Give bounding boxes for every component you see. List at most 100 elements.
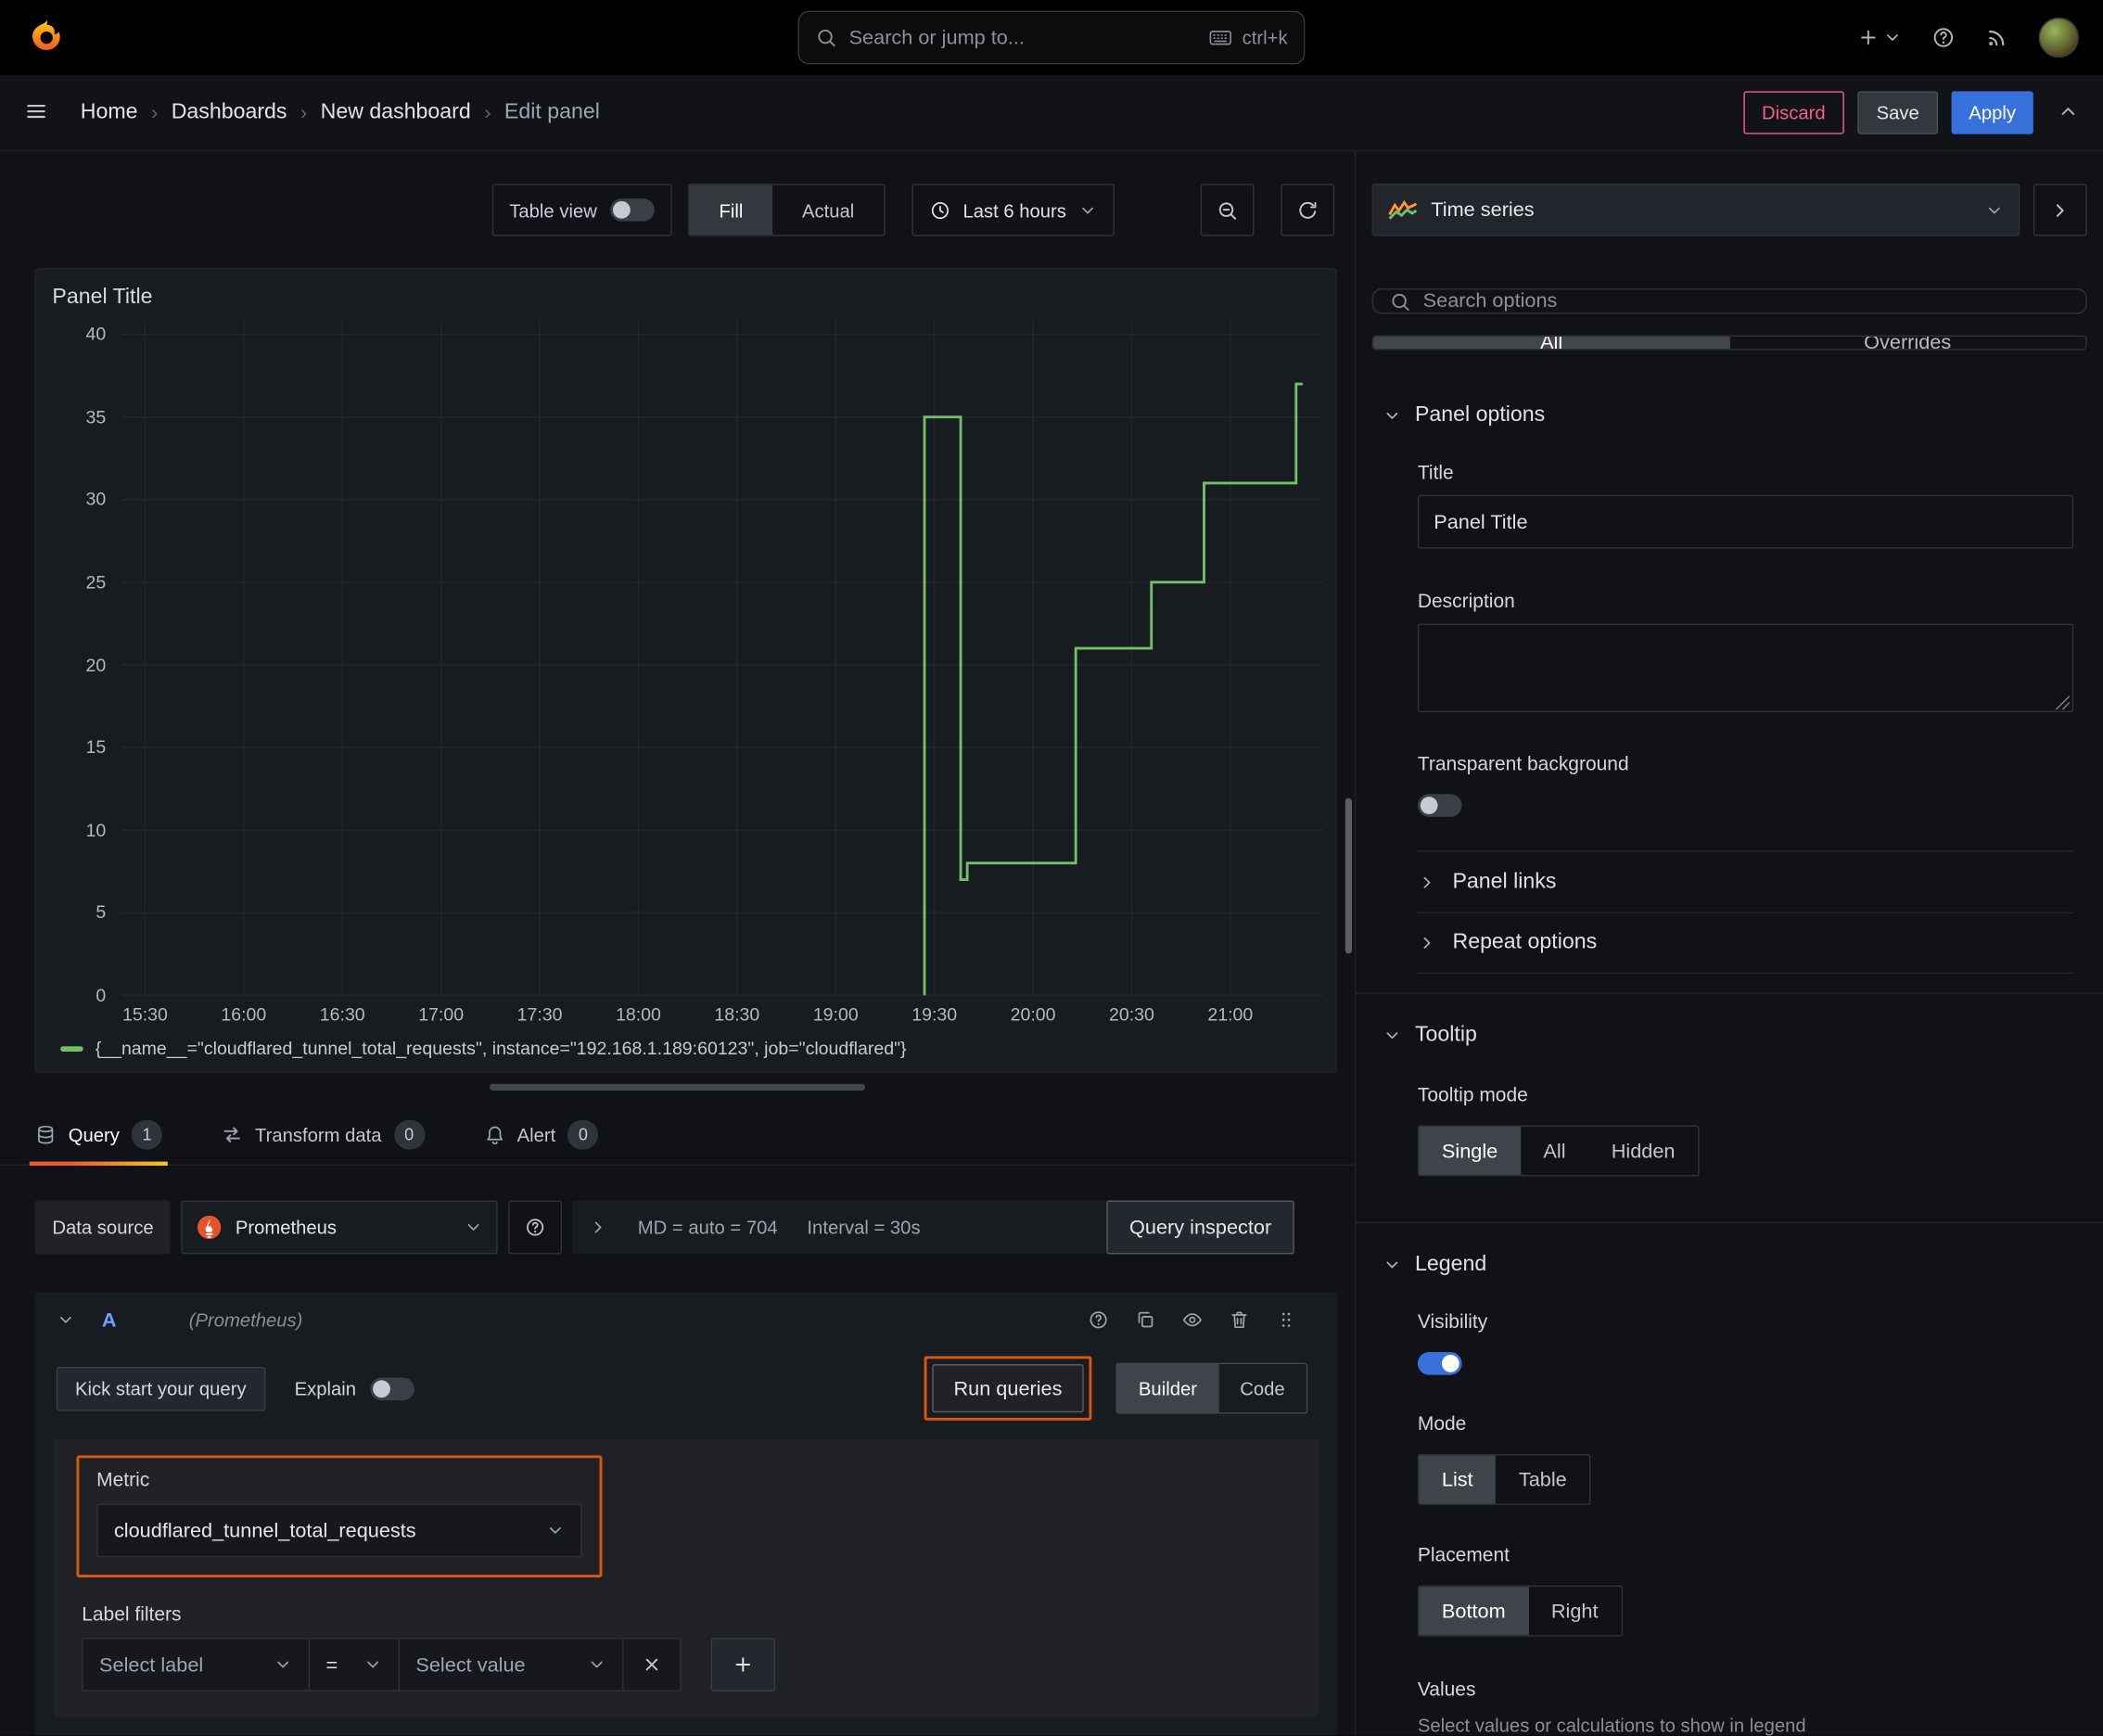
collapse-options-pane-button[interactable] (2033, 184, 2087, 236)
collapse-header-button[interactable] (2058, 100, 2079, 125)
legend-header[interactable]: Legend (1383, 1253, 2073, 1277)
tooltip-header[interactable]: Tooltip (1383, 1024, 2073, 1048)
add-menu-button[interactable] (1857, 27, 1902, 48)
operator-dropdown[interactable]: = (308, 1638, 401, 1691)
breadcrumb-dashboards[interactable]: Dashboards (172, 100, 287, 124)
search-shortcut: ctrl+k (1208, 25, 1288, 49)
keyboard-icon (1208, 25, 1232, 49)
menu-icon (24, 98, 48, 122)
explain-toggle[interactable] (369, 1376, 414, 1400)
tooltip-mode-hidden[interactable]: Hidden (1588, 1127, 1698, 1175)
query-options-collapsed: MD = auto = 704 Interval = 30s Query ins… (573, 1200, 1294, 1255)
builder-option[interactable]: Builder (1116, 1364, 1219, 1413)
legend-mode-switch: List Table (1417, 1453, 1591, 1505)
news-button[interactable] (1985, 25, 2009, 49)
legend-values-label: Values (1417, 1679, 1476, 1702)
alert-count-badge: 0 (567, 1119, 599, 1149)
zoom-out-icon (1217, 199, 1238, 221)
chevron-down-icon (1985, 200, 2004, 219)
panel-title[interactable]: Panel Title (50, 280, 1323, 320)
zoom-out-button[interactable] (1200, 184, 1255, 236)
chevron-down-icon (1383, 406, 1401, 425)
chart-plot-area[interactable] (122, 321, 1323, 996)
tab-overrides[interactable]: Overrides (1729, 337, 2085, 349)
add-filter-button[interactable] (710, 1638, 776, 1691)
chevron-right-icon (2049, 199, 2071, 221)
duplicate-query-icon[interactable] (1135, 1309, 1156, 1331)
remove-filter-button[interactable] (622, 1638, 682, 1691)
legend-placement-bottom[interactable]: Bottom (1419, 1587, 1529, 1636)
repeat-options-collapsed[interactable]: Repeat options (1417, 912, 2074, 975)
help-icon (1931, 25, 1956, 49)
panel-title-input[interactable] (1417, 494, 2074, 549)
legend-mode-table[interactable]: Table (1496, 1455, 1589, 1503)
transparent-background-toggle[interactable] (1417, 794, 1462, 817)
tab-query[interactable]: Query 1 (29, 1104, 169, 1166)
tab-all[interactable]: All (1373, 337, 1730, 349)
panel-toolbar: Table view Fill Actual Last 6 hours (0, 184, 1355, 236)
kick-start-query-button[interactable]: Kick start your query (56, 1366, 265, 1410)
breadcrumb-home[interactable]: Home (81, 100, 138, 124)
datasource-picker[interactable]: Prometheus (181, 1200, 499, 1255)
run-queries-button[interactable]: Run queries (932, 1364, 1084, 1413)
legend-mode-list[interactable]: List (1419, 1455, 1497, 1504)
time-series-chart: 0 5 10 15 20 25 30 35 40 15:30 16:00 16:30 17:00 17:… (50, 321, 1323, 1033)
drag-handle-icon[interactable] (1276, 1309, 1297, 1331)
datasource-help-button[interactable] (508, 1200, 563, 1255)
tab-alert[interactable]: Alert 0 (483, 1104, 599, 1164)
legend-series-label: {__name__="cloudflared_tunnel_total_requ… (95, 1038, 907, 1059)
tooltip-mode-single[interactable]: Single (1419, 1127, 1521, 1176)
legend-visibility-toggle[interactable] (1417, 1352, 1462, 1375)
global-search-input[interactable] (848, 26, 1197, 49)
toggle-visibility-icon[interactable] (1181, 1309, 1203, 1331)
metric-select[interactable]: cloudflared_tunnel_total_requests (96, 1503, 582, 1558)
select-value-dropdown[interactable]: Select value (398, 1638, 624, 1691)
panel-resize-handle[interactable] (489, 1083, 865, 1091)
metric-highlight: Metric cloudflared_tunnel_total_requests (76, 1455, 603, 1577)
help-button[interactable] (1931, 25, 1956, 49)
user-avatar[interactable] (2038, 17, 2079, 58)
options-search-input[interactable] (1422, 289, 2070, 313)
global-search[interactable]: ctrl+k (797, 10, 1306, 65)
time-range-picker[interactable]: Last 6 hours (911, 184, 1115, 236)
grafana-logo[interactable] (24, 13, 70, 61)
query-builder-body: Metric cloudflared_tunnel_total_requests… (53, 1439, 1319, 1717)
legend-placement-switch: Bottom Right (1417, 1585, 1623, 1637)
label-filters-row: Select label = Select value (82, 1638, 1295, 1691)
panel-description-textarea[interactable] (1417, 623, 2074, 713)
chevron-right-icon[interactable] (590, 1218, 608, 1236)
apply-button[interactable]: Apply (1951, 91, 2033, 134)
panel-links-collapsed[interactable]: Panel links (1417, 850, 2074, 913)
query-editor-card: A (Prometheus) Kick start your query Exp… (34, 1291, 1338, 1736)
grafana-app: ctrl+k Home › Dashboards › New (0, 0, 2103, 1736)
panel-options-header[interactable]: Panel options (1383, 403, 2073, 428)
table-view-toggle[interactable] (610, 198, 656, 222)
refresh-button[interactable] (1281, 184, 1335, 236)
actual-option[interactable]: Actual (772, 185, 884, 236)
query-inspector-button[interactable]: Query inspector (1106, 1200, 1294, 1255)
discard-button[interactable]: Discard (1742, 91, 1844, 134)
fill-option[interactable]: Fill (689, 185, 773, 236)
tooltip-mode-all[interactable]: All (1521, 1127, 1588, 1175)
plus-icon (1857, 27, 1879, 48)
hamburger-menu-button[interactable] (24, 98, 48, 126)
chevron-down-icon (546, 1521, 565, 1539)
legend-placement-right[interactable]: Right (1528, 1587, 1621, 1635)
chevron-down-icon[interactable] (57, 1310, 75, 1329)
left-pane-scrollbar[interactable] (1345, 798, 1352, 954)
visualization-picker[interactable]: Time series (1371, 184, 2020, 236)
transparent-background-label: Transparent background (1417, 753, 1629, 776)
save-button[interactable]: Save (1857, 91, 1939, 134)
select-label-dropdown[interactable]: Select label (82, 1638, 311, 1691)
code-option[interactable]: Code (1218, 1364, 1306, 1412)
breadcrumb-new-dashboard[interactable]: New dashboard (321, 100, 471, 124)
breadcrumb: Home › Dashboards › New dashboard › Edit… (81, 100, 600, 124)
query-row-header[interactable]: A (Prometheus) (35, 1292, 1337, 1348)
transform-count-badge: 0 (393, 1119, 425, 1149)
run-queries-highlight: Run queries (924, 1356, 1092, 1421)
help-icon[interactable] (1088, 1309, 1109, 1331)
delete-query-icon[interactable] (1229, 1309, 1250, 1331)
chart-legend-item[interactable]: {__name__="cloudflared_tunnel_total_requ… (50, 1033, 1323, 1058)
tab-transform-data[interactable]: Transform data 0 (222, 1104, 425, 1164)
options-search[interactable] (1371, 287, 2087, 314)
